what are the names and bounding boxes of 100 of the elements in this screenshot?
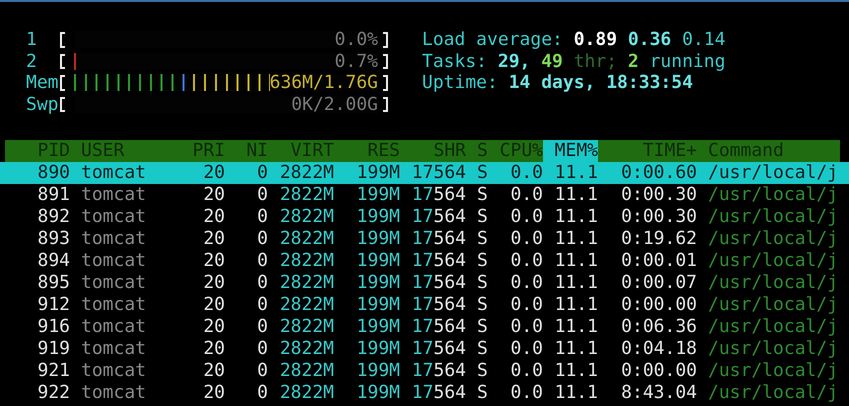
state-cell-text: S xyxy=(476,360,489,382)
mem-cell-text: 11.1 xyxy=(554,206,598,228)
process-row[interactable]: 893 tomcat 20 0 2822M 199M 17564 S 0.0 11.1 0:19.62 /usr/local/j xyxy=(0,228,849,250)
pid-cell-text: 912 xyxy=(36,294,70,316)
virt-cell-text: 2822M xyxy=(278,272,334,294)
cpu-cell-text: 0.0 xyxy=(509,316,543,338)
time-cell-text: 0:06.36 xyxy=(620,316,697,338)
mem-cell-text: 11.1 xyxy=(554,382,598,404)
meter-value: 636M/1.76G xyxy=(270,72,378,94)
column-header[interactable]: MEM% xyxy=(543,140,598,162)
cpu-cell-text: 0.0 xyxy=(509,338,543,360)
pid-cell-text: 894 xyxy=(36,250,70,272)
virt-cell-text: 2822M xyxy=(278,382,334,404)
time-cell-text: 0:19.62 xyxy=(620,228,697,250)
mem-cell-text: 11.1 xyxy=(554,162,598,184)
user-cell-text: tomcat xyxy=(80,316,148,338)
virt-cell-text: 2822M xyxy=(278,250,334,272)
command-cell-text: /usr/local/j xyxy=(707,272,840,294)
cpu-cell-text: 0.0 xyxy=(509,206,543,228)
virt-cell-text: 2822M xyxy=(278,228,334,250)
cpu-cell-text: 0.0 xyxy=(509,162,543,184)
mem-cell-text: 11.1 xyxy=(554,184,598,206)
command-cell-text: /usr/local/j xyxy=(707,338,840,360)
user-cell-text: tomcat xyxy=(80,382,148,404)
nice-cell-text: 0 xyxy=(256,338,268,360)
nice-cell-text: 0 xyxy=(256,272,268,294)
process-row[interactable]: 919 tomcat 20 0 2822M 199M 17564 S 0.0 11.1 0:04.18 /usr/local/j xyxy=(0,338,849,360)
meter-label: 1 xyxy=(26,29,38,51)
time-cell-text: 0:00.30 xyxy=(620,184,697,206)
cpu-cell-text: 0.0 xyxy=(509,294,543,316)
mem-cell-text: 11.1 xyxy=(554,360,598,382)
shr-cell-text: 17564 xyxy=(410,360,466,382)
user-cell-text: tomcat xyxy=(80,184,148,206)
command-cell-text: /usr/local/j xyxy=(707,382,840,404)
process-row[interactable]: 894 tomcat 20 0 2822M 199M 17564 S 0.0 11.1 0:00.01 /usr/local/j xyxy=(0,250,849,272)
res-cell-text: 199M xyxy=(356,162,400,184)
time-cell-text: 0:00.30 xyxy=(620,206,697,228)
shr-cell-text: 17564 xyxy=(410,228,466,250)
virt-cell-text: 2822M xyxy=(278,184,334,206)
res-cell-text: 199M xyxy=(356,272,400,294)
nice-cell-text: 0 xyxy=(256,294,268,316)
shr-cell-text: 17564 xyxy=(410,316,466,338)
process-row[interactable]: 895 tomcat 20 0 2822M 199M 17564 S 0.0 11.1 0:00.07 /usr/local/j xyxy=(0,272,849,294)
command-cell-text: /usr/local/j xyxy=(707,228,840,250)
command-cell-text: /usr/local/j xyxy=(707,184,840,206)
nice-cell-text: 0 xyxy=(256,360,268,382)
process-row[interactable]: 912 tomcat 20 0 2822M 199M 17564 S 0.0 11.1 0:00.00 /usr/local/j xyxy=(0,294,849,316)
time-cell-text: 0:00.01 xyxy=(620,250,697,272)
user-cell-text: tomcat xyxy=(80,360,148,382)
load-average-value: 0.14 xyxy=(682,29,726,51)
pid-cell-text: 893 xyxy=(36,228,70,250)
user-cell-text: tomcat xyxy=(80,338,148,360)
time-cell-text: 0:04.18 xyxy=(620,338,697,360)
command-cell-text: /usr/local/j xyxy=(707,360,840,382)
priority-cell-text: 20 xyxy=(202,316,225,338)
priority-cell-text: 20 xyxy=(202,228,225,250)
priority-cell-text: 20 xyxy=(202,360,225,382)
nice-cell-text: 0 xyxy=(256,250,268,272)
nice-cell-text: 0 xyxy=(256,206,268,228)
mem-cell-text: 11.1 xyxy=(554,294,598,316)
state-cell-text: S xyxy=(476,250,489,272)
tasks-label: Tasks: xyxy=(422,50,488,72)
virt-cell-text: 2822M xyxy=(278,162,334,184)
state-cell-text: S xyxy=(476,162,489,184)
virt-cell-text: 2822M xyxy=(278,338,334,360)
state-cell-text: S xyxy=(476,228,489,250)
pid-cell-text: 895 xyxy=(36,272,70,294)
priority-cell-text: 20 xyxy=(202,272,225,294)
process-row[interactable]: 892 tomcat 20 0 2822M 199M 17564 S 0.0 11.1 0:00.30 /usr/local/j xyxy=(0,206,849,228)
process-row[interactable]: 891 tomcat 20 0 2822M 199M 17564 S 0.0 11.1 0:00.30 /usr/local/j xyxy=(0,184,849,206)
threads-count: 49 xyxy=(541,50,563,72)
meter-value: 0.7% xyxy=(334,50,378,72)
selected-process-row[interactable]: 890 tomcat 20 0 2822M 199M 17564 S 0.0 11.1 0:00.60 /usr/local/j xyxy=(0,162,849,184)
shr-cell-text: 17564 xyxy=(410,272,466,294)
res-cell-text: 199M xyxy=(356,382,400,404)
process-row[interactable]: 921 tomcat 20 0 2822M 199M 17564 S 0.0 11.1 0:00.00 /usr/local/j xyxy=(0,360,849,382)
cpu-cell-text: 0.0 xyxy=(509,360,543,382)
cpu-cell-text: 0.0 xyxy=(509,250,543,272)
state-cell-text: S xyxy=(476,338,489,360)
time-cell-text: 8:43.04 xyxy=(620,382,697,404)
time-cell-text: 0:00.00 xyxy=(620,360,697,382)
shr-cell-text: 17564 xyxy=(410,338,466,360)
mem-cell-text: 11.1 xyxy=(554,338,598,360)
command-cell-text: /usr/local/j xyxy=(707,250,840,272)
pid-cell-text: 919 xyxy=(36,338,70,360)
virt-cell-text: 2822M xyxy=(278,206,334,228)
nice-cell-text: 0 xyxy=(256,184,268,206)
command-cell-text: /usr/local/j xyxy=(707,206,840,228)
priority-cell-text: 20 xyxy=(202,206,225,228)
meter-label: Swp xyxy=(26,94,59,116)
priority-cell-text: 20 xyxy=(202,250,225,272)
meter-value: 0K/2.00G xyxy=(291,94,378,116)
cpu-cell-text: 0.0 xyxy=(509,382,543,404)
user-cell-text: tomcat xyxy=(80,206,148,228)
process-row[interactable]: 916 tomcat 20 0 2822M 199M 17564 S 0.0 11.1 0:06.36 /usr/local/j xyxy=(0,316,849,338)
command-cell-text: /usr/local/j xyxy=(707,316,840,338)
priority-cell-text: 20 xyxy=(202,162,225,184)
load-average-label: Load average: xyxy=(422,29,563,51)
process-row[interactable]: 922 tomcat 20 0 2822M 199M 17564 S 0.0 11.1 8:43.04 /usr/local/j xyxy=(0,382,849,404)
state-cell-text: S xyxy=(476,316,489,338)
